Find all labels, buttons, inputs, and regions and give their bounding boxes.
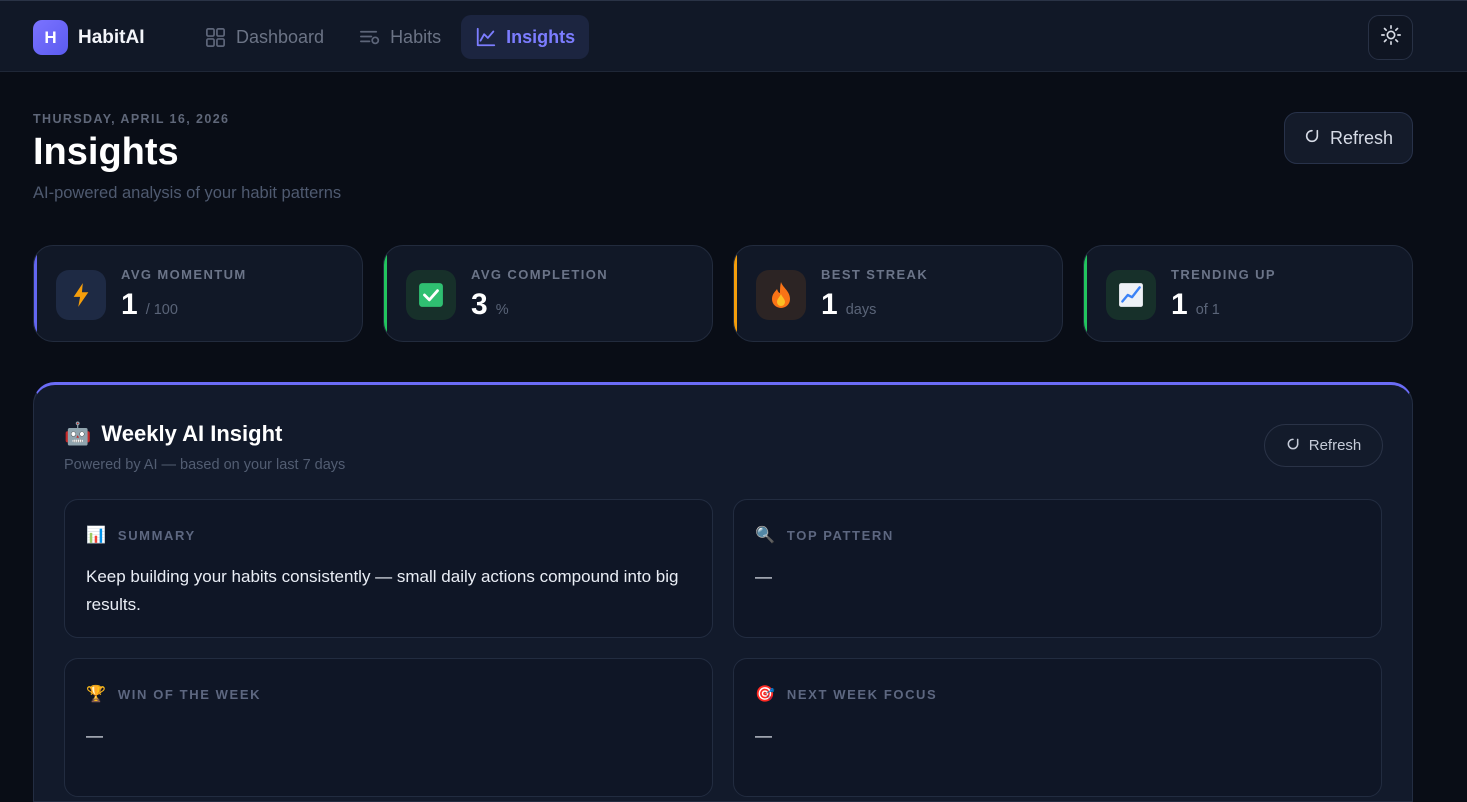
weekly-insight-panel: 🤖 Weekly AI Insight Powered by AI — base…	[33, 382, 1413, 802]
stat-value: 1	[1171, 288, 1188, 321]
refresh-label: Refresh	[1308, 437, 1362, 454]
nav-habits-label: Habits	[390, 26, 442, 47]
nav-habits[interactable]: Habits	[344, 15, 455, 59]
stat-value: 1	[121, 288, 138, 321]
line-chart-icon	[475, 26, 497, 48]
magnifier-icon: 🔍	[755, 527, 775, 544]
fire-icon	[756, 270, 806, 320]
insight-label: WIN OF THE WEEK	[117, 686, 262, 702]
refresh-icon	[1304, 128, 1320, 149]
trophy-icon: 🏆	[86, 686, 106, 703]
check-box-icon	[406, 270, 456, 320]
stat-label: AVG MOMENTUM	[121, 267, 247, 282]
brand[interactable]: H HabitAI	[33, 20, 145, 55]
stat-trending-up: TRENDING UP 1 of 1	[1083, 245, 1413, 342]
target-icon: 🎯	[755, 686, 775, 703]
refresh-button[interactable]: Refresh	[1284, 112, 1413, 164]
list-filter-icon	[358, 26, 381, 49]
page-title: Insights	[33, 131, 179, 173]
insight-text: —	[755, 567, 772, 586]
top-navigation-bar: H HabitAI Dashboard Habits Insights	[0, 0, 1467, 72]
refresh-icon	[1286, 437, 1300, 455]
insight-label: SUMMARY	[117, 527, 196, 543]
stat-unit: days	[845, 302, 877, 318]
stat-unit: %	[495, 302, 509, 318]
insight-text: —	[755, 726, 772, 745]
insight-card-summary: 📊 SUMMARY Keep building your habits cons…	[64, 499, 713, 638]
nav-insights[interactable]: Insights	[461, 15, 590, 59]
chart-up-icon	[1106, 270, 1156, 320]
robot-icon: 🤖	[64, 421, 92, 446]
panel-subtitle: Powered by AI — based on your last 7 day…	[64, 457, 346, 473]
panel-title: Weekly AI Insight	[101, 421, 283, 446]
insight-text: Keep building your habits consistently —…	[86, 567, 679, 614]
sun-icon	[1380, 24, 1402, 51]
stat-label: BEST STREAK	[821, 267, 929, 282]
stat-value: 3	[471, 288, 488, 321]
current-date: THURSDAY, APRIL 16, 2026	[33, 112, 230, 126]
grid-icon	[204, 26, 227, 49]
stat-unit: of 1	[1195, 302, 1220, 318]
stat-avg-momentum: AVG MOMENTUM 1 / 100	[33, 245, 363, 342]
main-nav: Dashboard Habits Insights	[190, 15, 590, 59]
insight-label: NEXT WEEK FOCUS	[786, 686, 938, 702]
insight-card-next-week-focus: 🎯 NEXT WEEK FOCUS —	[733, 658, 1382, 797]
insight-text: —	[86, 726, 103, 745]
stat-best-streak: BEST STREAK 1 days	[733, 245, 1063, 342]
app-name: HabitAI	[78, 26, 145, 48]
nav-dashboard-label: Dashboard	[236, 26, 325, 47]
insight-card-top-pattern: 🔍 TOP PATTERN —	[733, 499, 1382, 638]
nav-insights-label: Insights	[506, 26, 576, 47]
insight-label: TOP PATTERN	[786, 527, 894, 543]
theme-toggle-button[interactable]	[1368, 15, 1413, 60]
app-logo: H	[33, 20, 68, 55]
insight-refresh-button[interactable]: Refresh	[1264, 424, 1383, 467]
bar-chart-icon: 📊	[86, 527, 106, 544]
lightning-icon	[56, 270, 106, 320]
nav-dashboard[interactable]: Dashboard	[190, 15, 338, 59]
refresh-label: Refresh	[1329, 127, 1394, 148]
insight-card-win-of-week: 🏆 WIN OF THE WEEK —	[64, 658, 713, 797]
stat-label: TRENDING UP	[1171, 267, 1276, 282]
stat-avg-completion: AVG COMPLETION 3 %	[383, 245, 713, 342]
stat-unit: / 100	[145, 302, 178, 318]
stat-value: 1	[821, 288, 838, 321]
page-subtitle: AI-powered analysis of your habit patter…	[33, 184, 342, 202]
stat-label: AVG COMPLETION	[471, 267, 609, 282]
